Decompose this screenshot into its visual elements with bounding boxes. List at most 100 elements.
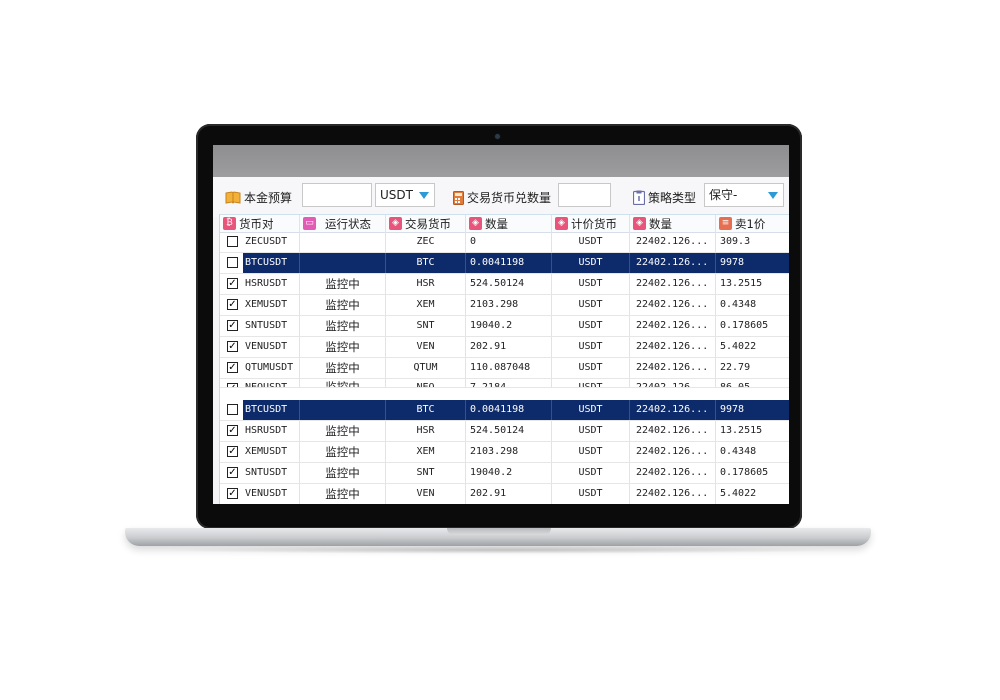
quote-cell: USDT [552, 274, 630, 294]
budget-label: 本金预算 [244, 191, 293, 205]
coin-cell: ZEC [386, 232, 466, 252]
table-row[interactable]: ✓ HSRUSDT 监控中 HSR 524.50124 USDT 22402.126... 1… [220, 274, 789, 295]
sell-price-cell: 9978 [716, 400, 789, 420]
status-cell: 监控中 [300, 358, 386, 378]
clipboard-icon [633, 190, 645, 205]
col-qty-header[interactable]: ◈ 数量 [630, 215, 716, 232]
col-pair-header[interactable]: ₿ 货币对 [220, 215, 300, 232]
budget-currency-value: USDT [380, 188, 413, 202]
status-cell: 监控中 [300, 379, 386, 387]
quote-cell: USDT [552, 463, 630, 483]
sell-price-cell: 86.05 [720, 382, 751, 388]
amount-cell: 2103.298 [466, 295, 552, 315]
amount-cell: 110.087048 [466, 358, 552, 378]
checkbox-unchecked[interactable] [227, 236, 238, 247]
budget-currency-select[interactable]: USDT [375, 183, 435, 207]
checkbox-checked[interactable]: ✓ [227, 299, 238, 310]
col-coin-header[interactable]: ◈ 交易货币 [386, 215, 466, 232]
checkbox-checked[interactable]: ✓ [227, 278, 238, 289]
checkbox-checked[interactable]: ✓ [227, 383, 238, 387]
amount-cell: 0.0041198 [466, 400, 552, 420]
qty-cell: 22402.126... [630, 400, 716, 420]
checkbox-checked[interactable]: ✓ [227, 488, 238, 499]
budget-input[interactable] [302, 183, 372, 207]
amount-cell: 524.50124 [466, 274, 552, 294]
col-pair-label: 货币对 [239, 216, 274, 231]
coin-cell: BTC [386, 253, 466, 273]
pair-cell: BTCUSDT [243, 400, 300, 420]
monitor-icon: ▭ [303, 217, 316, 230]
col-status-header[interactable]: ▭ 运行状态 [300, 215, 386, 232]
pairs-table: ₿ 货币对 ▭ 运行状态 ◈ 交易货币 ◈ 数量 ◈ 计价货币 ◈ 数量 ≡ 卖… [219, 214, 789, 504]
amount-cell: 0.0041198 [466, 253, 552, 273]
status-cell: 监控中 [300, 442, 386, 462]
col-quote-header[interactable]: ◈ 计价货币 [552, 215, 630, 232]
table-row[interactable]: ZECUSDT ZEC 0 USDT 22402.126... 309.3 [220, 232, 789, 253]
status-cell: 监控中 [300, 484, 386, 504]
quote-cell: USDT [552, 232, 630, 252]
status-cell: 监控中 [300, 316, 386, 336]
checkbox-checked[interactable]: ✓ [227, 320, 238, 331]
table-row[interactable]: ✓ NEOUSDT监控中NEO7.2184USDT22402.126... 86.0… [220, 379, 789, 388]
quote-cell: USDT [552, 295, 630, 315]
coin-cell: VEN [386, 484, 466, 504]
cube-icon: ◈ [389, 217, 402, 230]
table-row[interactable]: ✓ QTUMUSDT 监控中 QTUM 110.087048 USDT 22402.126.… [220, 358, 789, 379]
coin-cell: HSR [386, 274, 466, 294]
sell-price-cell: 0.178605 [720, 467, 769, 478]
col-sell-header[interactable]: ≡ 卖1价 [716, 215, 789, 232]
sell-price-cell: 22.79 [720, 362, 751, 373]
pair-cell: XEMUSDT [243, 442, 300, 462]
qty-cell: 22402.126... [630, 253, 716, 273]
table-row[interactable]: BTCUSDT BTC 0.0041198 USDT 22402.126... 9978 [220, 400, 789, 421]
sell-price-cell: 0.178605 [720, 320, 769, 331]
checkbox-checked[interactable]: ✓ [227, 467, 238, 478]
checkbox-checked[interactable]: ✓ [227, 446, 238, 457]
quote-cell: USDT [552, 253, 630, 273]
table-row[interactable]: ✓ HSRUSDT 监控中 HSR 524.50124 USDT 22402.126... 1… [220, 421, 789, 442]
cube-icon: ◈ [555, 217, 568, 230]
cube-icon: ◈ [633, 217, 646, 230]
table-row[interactable]: ✓ SNTUSDT 监控中 SNT 19040.2 USDT 22402.126... 0.1… [220, 463, 789, 484]
table-header: ₿ 货币对 ▭ 运行状态 ◈ 交易货币 ◈ 数量 ◈ 计价货币 ◈ 数量 ≡ 卖… [220, 214, 789, 233]
sell-price-cell: 5.4022 [720, 488, 757, 499]
strategy-select[interactable]: 保守- [704, 183, 784, 207]
quote-cell: USDT [552, 400, 630, 420]
checkbox-unchecked[interactable] [227, 404, 238, 415]
qty-cell: 22402.126... [630, 442, 716, 462]
title-bar [213, 145, 789, 177]
checkbox-unchecked[interactable] [227, 257, 238, 268]
table-row[interactable]: ✓ XEMUSDT 监控中 XEM 2103.298 USDT 22402.126... 0.… [220, 442, 789, 463]
col-amount-header[interactable]: ◈ 数量 [466, 215, 552, 232]
bitcoin-icon: ₿ [223, 217, 236, 230]
table-row[interactable]: ✓ VENUSDT 监控中 VEN 202.91 USDT 22402.126... 5.40… [220, 337, 789, 358]
table-row[interactable]: ✓ VENUSDT 监控中 VEN 202.91 USDT 22402.126... 5.40… [220, 484, 789, 504]
amount-cell: 524.50124 [466, 421, 552, 441]
exchange-qty-input[interactable] [558, 183, 611, 207]
amount-cell: 19040.2 [466, 463, 552, 483]
checkbox-checked[interactable]: ✓ [227, 341, 238, 352]
table-row[interactable]: ✓ XEMUSDT 监控中 XEM 2103.298 USDT 22402.126... 0.… [220, 295, 789, 316]
quote-cell: USDT [552, 358, 630, 378]
pair-cell: HSRUSDT [243, 274, 300, 294]
list-icon: ≡ [719, 217, 732, 230]
laptop-notch [447, 528, 551, 535]
amount-cell: 202.91 [466, 337, 552, 357]
qty-cell: 22402.126... [630, 358, 716, 378]
coin-cell: BTC [386, 400, 466, 420]
quote-cell: USDT [552, 421, 630, 441]
book-icon [225, 191, 241, 204]
checkbox-checked[interactable]: ✓ [227, 362, 238, 373]
checkbox-checked[interactable]: ✓ [227, 425, 238, 436]
table-row[interactable]: ✓ SNTUSDT 监控中 SNT 19040.2 USDT 22402.126... 0.1… [220, 316, 789, 337]
status-cell [300, 253, 386, 273]
strategy-group: 策略类型 [633, 189, 696, 206]
col-amount-label: 数量 [485, 216, 508, 231]
budget-group: 本金预算 [225, 189, 292, 206]
table-row[interactable]: BTCUSDT BTC 0.0041198 USDT 22402.126... 9978 [220, 253, 789, 274]
sell-price-cell: 309.3 [720, 236, 751, 247]
coin-cell: QTUM [386, 358, 466, 378]
pair-cell: ZECUSDT [243, 232, 300, 252]
quote-cell: USDT [552, 316, 630, 336]
col-quote-label: 计价货币 [571, 216, 617, 231]
